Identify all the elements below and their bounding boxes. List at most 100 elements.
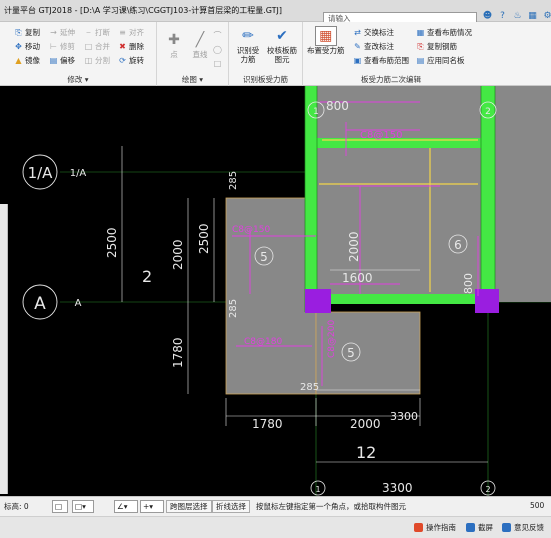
offset-button[interactable]: ▤ 偏移 [49,55,75,66]
draw-group-label: 绘图 ▾ [181,75,204,84]
settings-icon[interactable]: ⚙ [542,10,551,21]
feedback-icon [502,523,511,532]
grid-label-2: 2 [142,267,152,286]
modify-group: ⎘ 复制 → 延伸 ⎯ 打断 ≡ 对齐 ✥ 移动 ⊢ 修剪 □ 合并 ✖ 删除 ▲ 镜像 ▤ 偏移 … [0,22,157,86]
align-button[interactable]: ≡ 对齐 [118,27,144,38]
extend-icon: → [50,28,57,37]
column-left[interactable] [305,289,331,313]
bell-icon[interactable]: ♨ [512,10,523,21]
svg-text:6: 6 [454,238,462,252]
dim-285-top: 285 [228,171,239,190]
svg-text:5: 5 [347,346,355,360]
window-title: 计量平台 GTJ2018 - [D:\A 学习课\练习\CGGTJ103-计算首… [4,6,283,15]
place-rebar-button[interactable]: ▦ 布置受力筋 [307,26,345,55]
column-right[interactable] [475,289,499,313]
mirror-button[interactable]: ▲ 镜像 [14,55,40,66]
status-hint: 按鼠标左键指定第一个角点，或拾取构件图元 [256,502,406,511]
move-button[interactable]: ✥ 移动 [14,41,40,52]
recognize-group-label: 识别板受力筋 [243,75,288,84]
cross-layer-select-button[interactable]: 跨图层选择 [166,500,212,513]
rect-icon: □ [213,59,222,68]
axis-bubble-bottom-1[interactable]: 1 [310,480,326,496]
move-icon: ✥ [15,42,22,51]
slab-region-right[interactable] [494,86,551,302]
place-rebar-icon: ▦ [314,26,337,46]
title-icons: ☻ ? ♨ ▦ ⚙ ⋮ [482,10,551,21]
title-bar: 计量平台 GTJ2018 - [D:\A 学习课\练习\CGGTJ103-计算首… [0,0,551,26]
swap-label-icon: ⇄ [354,28,361,37]
draw-extra-3[interactable]: □ [213,58,222,69]
split-button[interactable]: ◫ 分割 [84,55,110,66]
apply-same-slab-button[interactable]: ▤ 应用同名板 [416,55,465,66]
dim-1600: 1600 [342,271,373,285]
feedback-button[interactable]: 意见反馈 [502,522,544,533]
edit-label-button[interactable]: ✎ 查改标注 [353,41,394,52]
copy-icon: ⎘ [15,27,22,37]
guide-button[interactable]: 操作指南 [414,522,456,533]
guide-icon [414,523,423,532]
recognize-group: ✏ 识别受力筋 ✔ 校核板筋图元 识别板受力筋 [229,22,303,86]
edit-label-icon: ✎ [354,42,361,51]
arc-icon: ⌒ [213,31,222,40]
svg-text:2: 2 [485,107,491,117]
check-slab-button[interactable]: ✔ 校核板筋图元 [267,26,297,64]
view-range-button[interactable]: ▣ 查看布筋范围 [353,55,409,66]
view-layout-button[interactable]: ▦ 查看布筋情况 [416,27,472,38]
help-icon[interactable]: ? [497,10,508,21]
point-button[interactable]: ✚ 点 [163,30,185,59]
left-side-panel[interactable] [0,204,8,494]
split-icon: ◫ [84,56,93,65]
axis-bubble-1a[interactable]: 1/A 1/A [22,154,86,190]
mirror-icon: ▲ [15,56,22,65]
dim-800-right: 800 [462,273,475,294]
slab-region-top[interactable] [316,86,488,302]
recognize-rebar-button[interactable]: ✏ 识别受力筋 [235,26,261,64]
recognize-rebar-icon: ✏ [242,28,254,44]
svg-text:1/A: 1/A [28,164,54,182]
snap-toggle[interactable]: □ [52,500,68,513]
dim-285-mid: 285 [228,299,239,318]
line-icon: ╱ [195,32,205,48]
copy-button[interactable]: ⎘ 复制 [14,27,40,38]
apply-same-slab-icon: ▤ [416,56,425,65]
draw-extra-2[interactable]: ◯ [213,44,222,55]
break-icon: ⎯ [86,27,91,37]
dim-2000-bottom: 2000 [350,417,381,431]
swap-label-button[interactable]: ⇄ 交换标注 [353,27,394,38]
ribbon: ⎘ 复制 → 延伸 ⎯ 打断 ≡ 对齐 ✥ 移动 ⊢ 修剪 □ 合并 ✖ 删除 ▲ 镜像 ▤ 偏移 … [0,22,551,86]
angle-dropdown[interactable]: ∠▾ [114,500,138,513]
line-button[interactable]: ╱ 直线 [189,30,211,59]
point-icon: ✚ [168,32,180,48]
merge-icon: □ [84,42,93,51]
fps-readout: 500 [530,501,545,510]
svg-text:1: 1 [313,107,319,117]
offset-dropdown[interactable]: +▾ [140,500,164,513]
secondary-group: ▦ 布置受力筋 ⇄ 交换标注 ✎ 查改标注 ▣ 查看布筋范围 ▦ 查看布筋情况 ⎘ 复制钢… [303,22,479,86]
layout-icon[interactable]: ▦ [527,10,538,21]
screenshot-button[interactable]: 截屏 [466,522,493,533]
merge-button[interactable]: □ 合并 [84,41,110,52]
dim-2500-outer: 2500 [105,227,119,258]
view-layout-icon: ▦ [416,28,425,37]
trim-button[interactable]: ⊢ 修剪 [49,41,75,52]
drawing-canvas[interactable]: C8@150 C8@150 C8@180 C8@200 1 2 1 2 1/A … [0,86,551,496]
check-slab-icon: ✔ [276,28,288,44]
polyline-select-button[interactable]: 折线选择 [212,500,250,513]
select-mode-dropdown[interactable]: □▾ [72,500,94,513]
extend-button[interactable]: → 延伸 [49,27,75,38]
rotate-icon: ⟳ [119,56,126,65]
secondary-group-label: 板受力筋二次编辑 [361,75,421,84]
dim-1780-left: 1780 [171,337,185,368]
draw-extra-1[interactable]: ⌒ [213,30,222,41]
copy-rebar-icon: ⎘ [417,41,424,51]
screenshot-icon [466,523,475,532]
modify-group-label: 修改 ▾ [67,75,89,84]
delete-button[interactable]: ✖ 删除 [118,41,144,52]
rotate-button[interactable]: ⟳ 旋转 [118,55,144,66]
elevation-readout: 标高: 0 [4,502,29,511]
break-button[interactable]: ⎯ 打断 [84,27,111,38]
svg-text:A: A [75,298,82,309]
user-icon[interactable]: ☻ [482,10,493,21]
cad-drawing[interactable]: C8@150 C8@150 C8@180 C8@200 1 2 1 2 1/A … [0,86,551,496]
copy-rebar-button[interactable]: ⎘ 复制钢筋 [416,41,457,52]
